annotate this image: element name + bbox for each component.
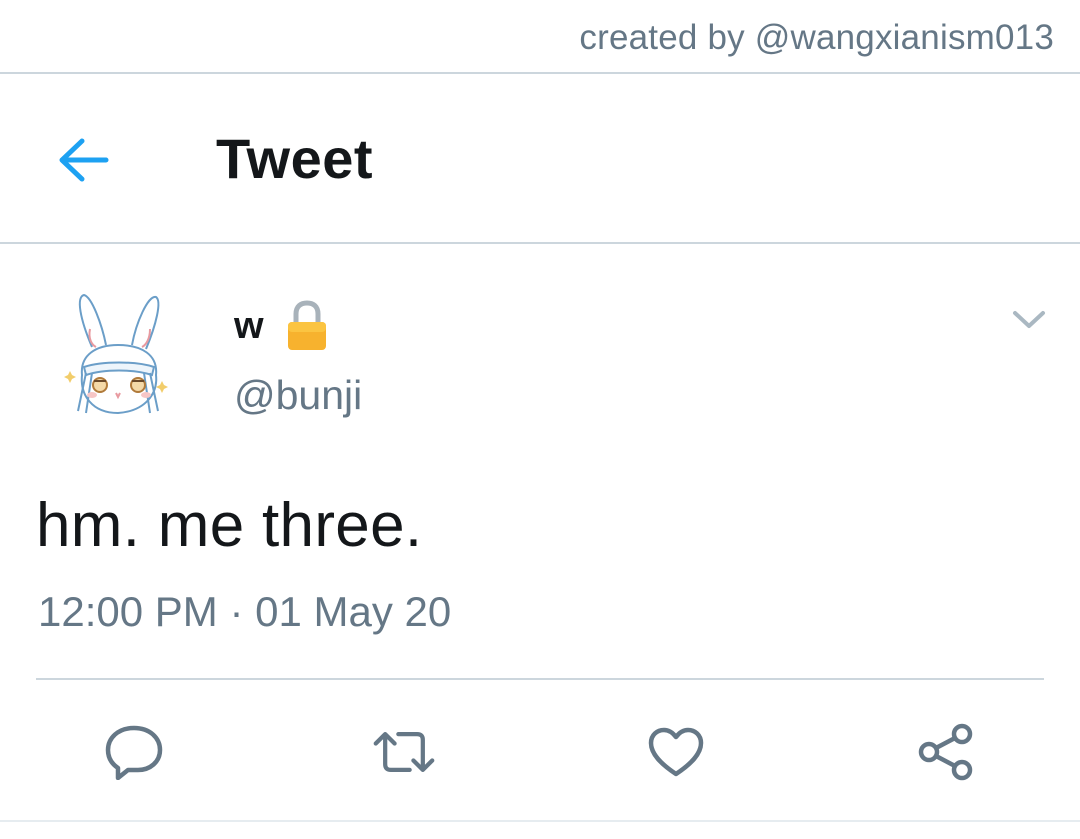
tweet-detail: w @bunji hm. me three. 12:00 PM · 01 May…: [0, 244, 1080, 839]
display-name: w: [234, 304, 264, 347]
tweet-timestamp[interactable]: 12:00 PM · 01 May 20: [38, 588, 451, 636]
chevron-down-icon: [1013, 311, 1045, 328]
arrow-left-icon: [59, 138, 109, 182]
credit-text: created by @wangxianism013: [579, 18, 1054, 57]
author-handle[interactable]: @bunji: [234, 372, 362, 419]
bunny-avatar-icon: [64, 293, 168, 415]
page-title: Tweet: [216, 127, 374, 190]
retweet-button[interactable]: [372, 720, 436, 784]
like-icon: [648, 727, 704, 777]
reply-icon: [105, 725, 163, 780]
avatar[interactable]: [62, 289, 174, 429]
lock-icon: [286, 300, 328, 352]
retweet-icon: [373, 732, 435, 772]
top-app-bar: Tweet: [0, 74, 1080, 244]
share-icon: [918, 723, 973, 781]
credit-bar: created by @wangxianism013: [0, 0, 1080, 74]
divider: [0, 820, 1080, 822]
author-name-row[interactable]: w: [234, 298, 328, 354]
tweet-text: hm. me three.: [36, 491, 423, 560]
share-button[interactable]: [914, 720, 978, 784]
back-button[interactable]: [52, 128, 116, 192]
like-button[interactable]: [644, 720, 708, 784]
more-options-button[interactable]: [1006, 300, 1052, 340]
action-bar: [0, 680, 1080, 820]
reply-button[interactable]: [102, 720, 166, 784]
